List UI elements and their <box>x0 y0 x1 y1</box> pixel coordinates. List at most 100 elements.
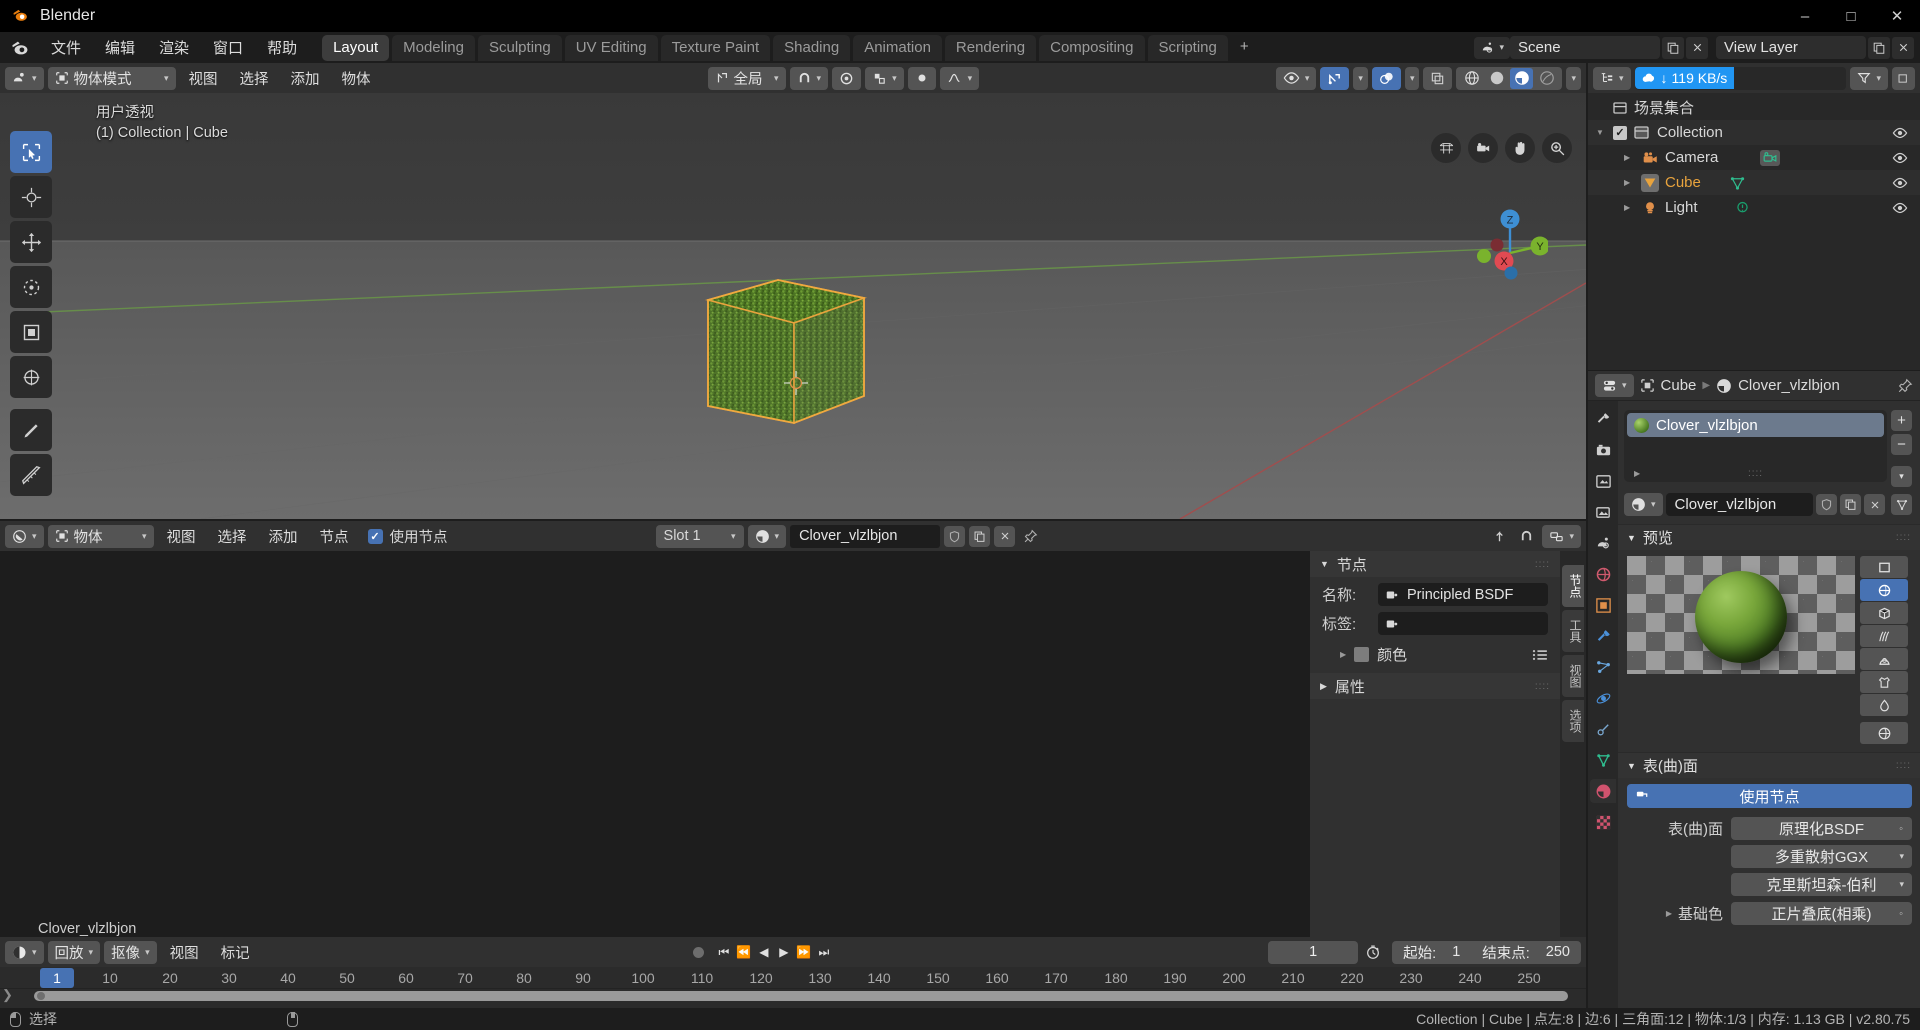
material-slot-specials-menu[interactable]: ▾ <box>1891 466 1912 487</box>
preview-type-fluid[interactable] <box>1860 694 1908 716</box>
transform-orientation-selector[interactable]: 全局 ▾ <box>707 66 786 90</box>
blender-menu-icon[interactable] <box>10 37 32 59</box>
tab-uv-editing[interactable]: UV Editing <box>564 34 658 61</box>
sidebar-tab-options[interactable]: 选项 <box>1562 700 1584 742</box>
sidebar-tab-node[interactable]: 节点 <box>1562 565 1584 607</box>
pin-id-button[interactable] <box>1897 378 1913 394</box>
outliner-filter-button[interactable]: ▾ <box>1850 66 1888 90</box>
timeline-menu-view[interactable]: 视图 <box>161 942 208 963</box>
snap-node-button[interactable] <box>1488 525 1511 548</box>
tool-measure[interactable] <box>10 454 52 496</box>
view-layer-name-field[interactable]: View Layer <box>1716 36 1866 59</box>
overlay-options-dropdown[interactable]: ▾ <box>1404 66 1420 90</box>
tab-output[interactable] <box>1590 469 1616 493</box>
viewport-canvas[interactable]: 用户透视 (1) Collection | Cube Z Y X <box>0 93 1586 519</box>
sidebar-tab-tool[interactable]: 工具 <box>1562 610 1584 652</box>
tab-tool[interactable] <box>1590 407 1616 431</box>
tool-scale[interactable] <box>10 311 52 353</box>
use-nodes-checkbox[interactable]: ✓ <box>367 528 383 544</box>
camera-data-icon[interactable] <box>1760 149 1781 166</box>
delete-scene-button[interactable] <box>1686 36 1708 59</box>
pin-node-tree-button[interactable] <box>1019 525 1042 548</box>
jump-to-start-button[interactable]: ⏮ <box>714 941 734 963</box>
menu-window[interactable]: 窗口 <box>202 34 254 61</box>
auto-keying-toggle-icon[interactable] <box>692 946 704 958</box>
timeline-scrollbar[interactable]: ❯ <box>0 987 1586 1003</box>
material-slot-selector[interactable]: Slot 1 ▾ <box>655 524 744 548</box>
navigation-axis-gizmo[interactable]: Z Y X <box>1464 201 1548 285</box>
browse-material-button[interactable]: ▾ <box>747 524 787 548</box>
outliner-scene-collection-row[interactable]: 场景集合 <box>1588 95 1920 120</box>
shader-menu-view[interactable]: 视图 <box>158 526 205 547</box>
preview-scene-world-toggle[interactable] <box>1860 722 1908 744</box>
shader-menu-node[interactable]: 节点 <box>311 526 358 547</box>
outliner-new-collection-button[interactable] <box>1892 66 1915 90</box>
timeline-menu-keying[interactable]: 抠像 ▾ <box>104 940 157 964</box>
unlink-material-button[interactable] <box>1864 494 1885 515</box>
tab-constraints[interactable] <box>1590 717 1616 741</box>
light-data-icon[interactable] <box>1734 200 1751 216</box>
use-nodes-checkbox-group[interactable]: ✓ 使用节点 <box>367 526 448 547</box>
material-slot-item[interactable]: Clover_vlzlbjon <box>1627 413 1884 437</box>
tab-physics[interactable] <box>1590 686 1616 710</box>
cube-object[interactable] <box>698 278 898 458</box>
proportional-edit-toggle[interactable] <box>832 66 862 90</box>
material-link-selector[interactable] <box>1891 494 1912 515</box>
preview-type-hair[interactable] <box>1860 625 1908 647</box>
expand-triangle-icon[interactable]: ▶ <box>1624 203 1635 212</box>
current-frame-indicator[interactable]: 1 <box>40 968 74 988</box>
scene-name-field[interactable]: Scene <box>1510 36 1660 59</box>
menu-file[interactable]: 文件 <box>40 34 92 61</box>
preview-type-cloth[interactable] <box>1860 671 1908 693</box>
shader-editor-type-selector[interactable]: ▾ <box>5 524 44 548</box>
tab-rendering[interactable]: Rendering <box>944 34 1037 61</box>
expand-triangle-icon[interactable]: ▶ <box>1666 909 1672 918</box>
tab-texture-paint[interactable]: Texture Paint <box>660 34 771 61</box>
collection-visibility-toggle[interactable] <box>1892 127 1908 139</box>
menu-edit[interactable]: 编辑 <box>94 34 146 61</box>
subsurface-method-selector[interactable]: 克里斯坦森-伯利 ▾ <box>1731 873 1912 896</box>
shader-menu-select[interactable]: 选择 <box>209 526 256 547</box>
resize-grip-icon[interactable]: :::: <box>1748 468 1763 479</box>
properties-editor-type-selector[interactable]: ▾ <box>1595 374 1634 397</box>
tool-annotate[interactable] <box>10 409 52 451</box>
viewport-menu-select[interactable]: 选择 <box>231 68 278 89</box>
close-button[interactable]: ✕ <box>1874 0 1920 32</box>
outliner-item-camera[interactable]: ▶ Camera <box>1588 145 1920 170</box>
gizmo-options-dropdown[interactable]: ▾ <box>1353 66 1368 90</box>
node-snap-toggle[interactable] <box>1515 525 1538 548</box>
tab-modeling[interactable]: Modeling <box>392 34 475 61</box>
node-color-options-icon[interactable] <box>1532 649 1548 661</box>
tool-transform[interactable] <box>10 356 52 398</box>
tab-sculpting[interactable]: Sculpting <box>478 34 562 61</box>
properties-panel-header[interactable]: ▶ 属性 :::: <box>1310 673 1560 699</box>
tab-animation[interactable]: Animation <box>853 34 942 61</box>
frame-start-field[interactable]: 起始: 1 <box>1392 940 1472 964</box>
surface-panel-header[interactable]: ▼ 表(曲)面 :::: <box>1618 752 1920 778</box>
tab-object-data[interactable] <box>1590 748 1616 772</box>
timeline-menu-marker[interactable]: 标记 <box>212 942 259 963</box>
remove-material-slot-button[interactable]: − <box>1891 434 1912 455</box>
material-slot-list[interactable]: Clover_vlzlbjon ▶ :::: <box>1624 410 1887 482</box>
zoom-view-icon[interactable] <box>1542 133 1572 163</box>
show-overlays-toggle[interactable] <box>1371 66 1401 90</box>
add-material-slot-button[interactable]: + <box>1891 410 1912 431</box>
scene-datablock-selector[interactable]: ▾ <box>1474 36 1510 59</box>
viewport-menu-object[interactable]: 物体 <box>333 68 380 89</box>
node-color-row[interactable]: ▶ 颜色 <box>1310 635 1560 665</box>
expand-triangle-icon[interactable]: ▶ <box>1340 650 1346 659</box>
preview-panel-header[interactable]: ▼ 预览 :::: <box>1618 524 1920 550</box>
node-panel-header[interactable]: ▼ 节点 :::: <box>1310 551 1560 577</box>
tab-scripting[interactable]: Scripting <box>1147 34 1228 61</box>
tab-material[interactable] <box>1590 779 1616 803</box>
preview-type-shaderball[interactable] <box>1860 648 1908 670</box>
editor-type-selector[interactable]: ▾ <box>5 66 44 90</box>
shader-material-name-field[interactable]: Clover_vlzlbjon <box>790 524 941 548</box>
breadcrumb-object-label[interactable]: Cube <box>1661 377 1697 394</box>
current-frame-field[interactable]: 1 <box>1268 940 1359 964</box>
next-keyframe-button[interactable]: ⏩ <box>794 941 814 963</box>
tab-scene[interactable] <box>1590 531 1616 555</box>
play-reverse-button[interactable]: ◀ <box>754 941 774 963</box>
material-preview-render[interactable] <box>1627 556 1855 674</box>
browse-material-button[interactable]: ▾ <box>1624 493 1663 516</box>
